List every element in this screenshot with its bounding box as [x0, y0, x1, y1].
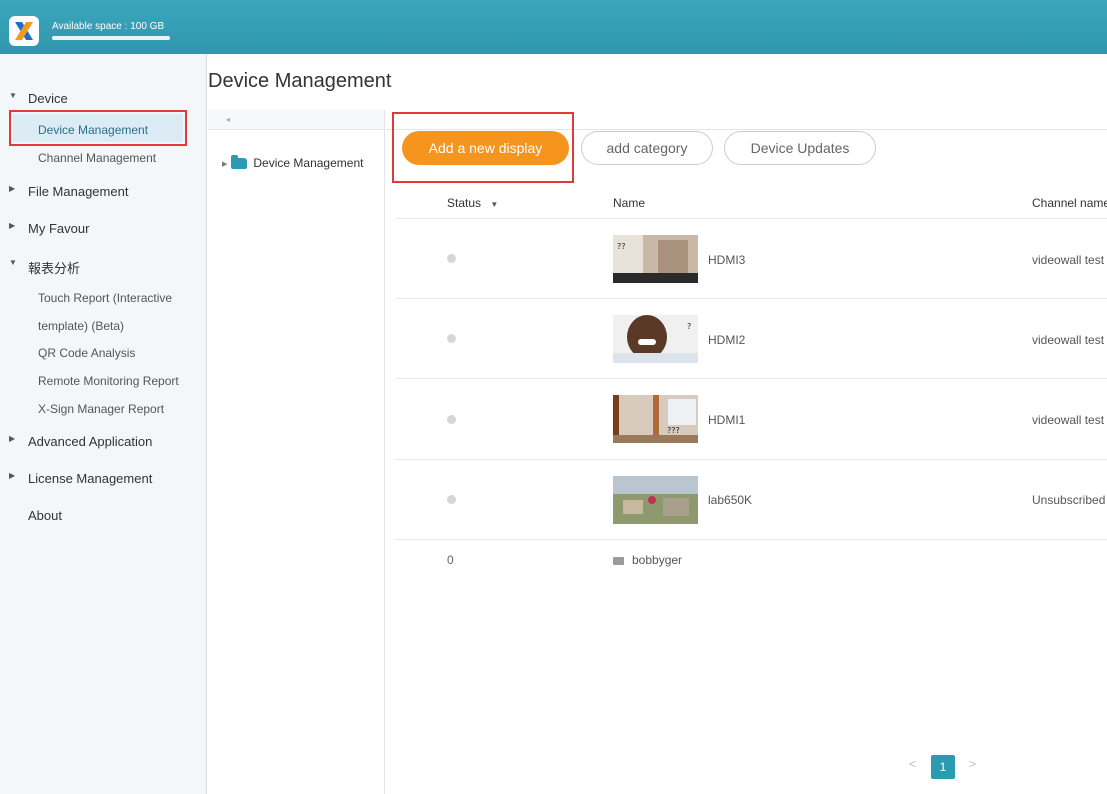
top-bar: Available space : 100 GB	[0, 0, 1107, 54]
caret-right-icon: ▶	[9, 221, 16, 230]
add-display-highlight-box	[392, 112, 574, 183]
sidebar-item-channel-management[interactable]: Channel Management	[38, 151, 156, 165]
sidebar-item-label: 報表分析	[28, 261, 81, 276]
folder-icon	[613, 556, 624, 565]
status-indicator	[447, 334, 456, 343]
sidebar-item-label: About	[28, 508, 62, 523]
channel-column-header: Channel name	[1032, 196, 1107, 210]
collapse-icon[interactable]: ◂	[226, 115, 230, 124]
device-name[interactable]: HDMI3	[708, 253, 745, 267]
row-divider	[396, 539, 1107, 540]
status-indicator	[447, 495, 456, 504]
caret-down-icon: ▼	[9, 91, 17, 100]
sidebar-item-xsign-manager-report[interactable]: X-Sign Manager Report	[38, 402, 164, 416]
sidebar-item-remote-monitoring-report[interactable]: Remote Monitoring Report	[38, 374, 179, 388]
sidebar-item-label: Advanced Application	[28, 434, 153, 449]
storage-bar-fill	[52, 36, 170, 40]
row-divider	[396, 459, 1107, 460]
status-indicator	[447, 415, 456, 424]
display-thumbnail[interactable]: ??	[613, 235, 698, 283]
name-column-header: Name	[613, 196, 646, 210]
sidebar	[0, 54, 207, 794]
folder-name: bobbyger	[632, 553, 683, 567]
device-tree-panel: ◂ ▶ Device Management	[208, 110, 385, 794]
app-logo[interactable]	[9, 16, 39, 46]
tree-node-label: Device Management	[253, 156, 364, 170]
tree-node-device-management[interactable]: ▶ Device Management	[222, 155, 364, 170]
row-divider	[396, 378, 1107, 379]
display-thumbnail[interactable]: ?	[613, 315, 698, 363]
storage-bar	[52, 36, 170, 40]
current-page-button[interactable]: 1	[931, 755, 955, 779]
sidebar-item-label: License Management	[28, 471, 153, 486]
sort-caret-icon[interactable]: ▼	[490, 200, 498, 209]
add-category-button[interactable]: add category	[581, 131, 713, 165]
row-divider	[396, 298, 1107, 299]
caret-right-icon: ▶	[9, 434, 16, 443]
status-column-header[interactable]: Status ▼	[447, 196, 498, 210]
page-title: Device Management	[208, 70, 392, 92]
channel-name: videowall test	[1032, 333, 1105, 347]
sidebar-item-qr-code-analysis[interactable]: QR Code Analysis	[38, 346, 135, 360]
sidebar-item-touch-report-cont[interactable]: template) (Beta)	[38, 319, 124, 333]
folder-device-count: 0	[447, 553, 454, 567]
svg-text:?: ?	[687, 322, 691, 331]
status-indicator	[447, 254, 456, 263]
status-header-label: Status	[447, 196, 482, 210]
caret-right-icon: ▶	[9, 184, 16, 193]
channel-name: videowall test	[1032, 413, 1105, 427]
caret-right-icon: ▶	[9, 471, 16, 480]
display-thumbnail[interactable]	[613, 476, 698, 524]
channel-name: Unsubscribed	[1032, 493, 1106, 507]
sidebar-item-device-management[interactable]: Device Management	[38, 123, 148, 137]
device-name[interactable]: HDMI1	[708, 413, 745, 427]
device-updates-button[interactable]: Device Updates	[724, 131, 876, 165]
channel-name: videowall test	[1032, 253, 1105, 267]
tree-panel-header: ◂	[208, 110, 384, 130]
next-page-button[interactable]: >	[969, 757, 976, 771]
sidebar-item-label: My Favour	[28, 221, 90, 236]
available-space-label: Available space : 100 GB	[52, 21, 165, 32]
device-name[interactable]: HDMI2	[708, 333, 745, 347]
svg-text:???: ???	[667, 426, 680, 435]
folder-row[interactable]: bobbyger	[613, 553, 682, 567]
sidebar-item-label: Device	[28, 91, 68, 106]
sidebar-item-label: File Management	[28, 184, 129, 199]
sidebar-item-touch-report[interactable]: Touch Report (Interactive	[38, 291, 172, 305]
caret-right-icon[interactable]: ▶	[222, 161, 227, 168]
folder-open-icon	[231, 155, 248, 170]
header-divider	[396, 218, 1107, 219]
display-thumbnail[interactable]: ???	[613, 395, 698, 443]
svg-text:??: ??	[617, 242, 626, 251]
prev-page-button[interactable]: <	[909, 757, 916, 771]
caret-down-icon: ▼	[9, 258, 17, 267]
device-name[interactable]: lab650K	[708, 493, 752, 507]
